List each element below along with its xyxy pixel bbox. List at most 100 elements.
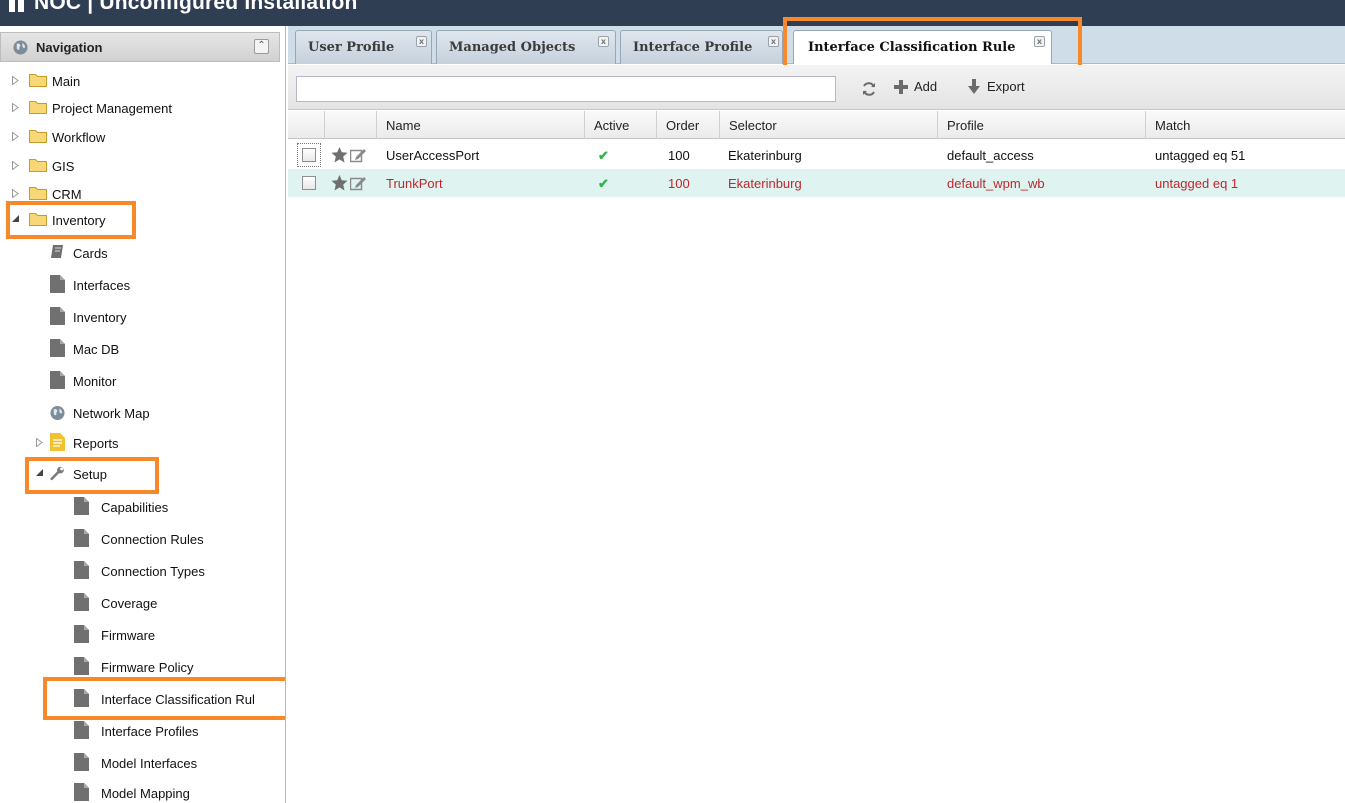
nav-item-capabilities[interactable]: Capabilities: [0, 496, 284, 518]
navigation-panel: Navigation ⌃ Main Project Management Wor…: [0, 26, 286, 803]
document-icon: [74, 657, 89, 675]
column-header-profile[interactable]: Profile: [938, 111, 1146, 139]
close-icon[interactable]: x: [1034, 36, 1045, 47]
nav-item-label: Setup: [73, 467, 107, 482]
star-icon[interactable]: [331, 175, 348, 191]
nav-item-inventory[interactable]: Inventory: [0, 209, 280, 231]
cell-name: TrunkPort: [386, 176, 443, 191]
nav-item-label: Coverage: [101, 596, 158, 611]
nav-item-firmware-policy[interactable]: Firmware Policy: [0, 656, 284, 678]
nav-item-label: Workflow: [52, 130, 106, 145]
document-icon: [74, 593, 89, 611]
cell-match: untagged eq 1: [1155, 176, 1239, 191]
globe-icon: [50, 405, 65, 421]
nav-item-reports[interactable]: Reports: [0, 432, 280, 454]
collapse-navigation-button[interactable]: ⌃: [254, 39, 269, 54]
star-icon[interactable]: [331, 147, 348, 163]
collapse-arrow-icon[interactable]: [12, 215, 19, 224]
nav-item-label: Reports: [73, 436, 119, 451]
nav-item-label: Firmware: [101, 628, 156, 643]
nav-item-workflow[interactable]: Workflow: [0, 126, 280, 148]
app-header: NOC | Unconfigured Installation: [0, 0, 1345, 26]
column-header-selector[interactable]: Selector: [720, 111, 938, 139]
expand-arrow-icon[interactable]: [12, 76, 19, 85]
nav-item-connection-types[interactable]: Connection Types: [0, 560, 284, 582]
nav-item-connection-rules[interactable]: Connection Rules: [0, 528, 284, 550]
nav-item-crm[interactable]: CRM: [0, 183, 280, 205]
document-icon: [74, 689, 89, 707]
expand-arrow-icon[interactable]: [12, 132, 19, 141]
wrench-icon: [50, 466, 64, 481]
document-icon: [50, 339, 65, 357]
column-header-order[interactable]: Order: [657, 111, 720, 139]
nav-item-inventory-child[interactable]: Inventory: [0, 306, 280, 328]
nav-item-interface-profiles[interactable]: Interface Profiles: [0, 720, 284, 742]
tab-label: Interface Classification Rule: [808, 40, 1016, 55]
nav-item-cards[interactable]: Cards: [0, 242, 280, 264]
edit-icon[interactable]: [350, 175, 367, 191]
nav-item-mac-db[interactable]: Mac DB: [0, 338, 280, 360]
edit-icon[interactable]: [350, 147, 367, 163]
nav-item-label: Main: [52, 74, 81, 89]
document-icon: [74, 783, 89, 801]
nav-item-label: Capabilities: [101, 500, 169, 515]
nav-item-label: Firmware Policy: [101, 660, 194, 675]
report-icon: [50, 433, 65, 451]
column-header-active[interactable]: Active: [585, 111, 657, 139]
column-header-select[interactable]: [288, 111, 325, 139]
nav-item-interface-classification-rule[interactable]: Interface Classification Rul: [0, 688, 284, 710]
nav-item-gis[interactable]: GIS: [0, 155, 280, 177]
document-icon: [74, 529, 89, 547]
expand-arrow-icon[interactable]: [36, 438, 43, 447]
grid-toolbar: Add Export: [288, 65, 1345, 110]
nav-item-main[interactable]: Main: [0, 70, 280, 92]
column-header-actions[interactable]: [325, 111, 377, 139]
document-icon: [74, 753, 89, 771]
table-row[interactable]: UserAccessPort ✔ 100 Ekaterinburg defaul…: [288, 141, 1345, 169]
tab-strip: User Profile x Managed Objects x Interfa…: [288, 17, 1345, 71]
nav-item-firmware[interactable]: Firmware: [0, 624, 284, 646]
nav-item-label: Connection Rules: [101, 532, 204, 547]
nav-item-interfaces[interactable]: Interfaces: [0, 274, 280, 296]
table-row[interactable]: TrunkPort ✔ 100 Ekaterinburg default_wpm…: [288, 169, 1345, 197]
nav-item-model-interfaces[interactable]: Model Interfaces: [0, 752, 284, 774]
tab-interface-classification-rule[interactable]: Interface Classification Rule x: [793, 30, 1052, 64]
cell-profile: default_access: [947, 148, 1034, 163]
globe-icon: [13, 40, 28, 55]
refresh-icon[interactable]: [861, 81, 877, 97]
nav-item-label: CRM: [52, 187, 82, 202]
nav-item-label: Cards: [73, 246, 108, 261]
expand-arrow-icon[interactable]: [12, 161, 19, 170]
nav-item-model-mapping[interactable]: Model Mapping: [0, 782, 284, 803]
expand-arrow-icon[interactable]: [12, 189, 19, 198]
tab-interface-profile[interactable]: Interface Profile x: [620, 30, 783, 64]
collapse-arrow-icon[interactable]: [36, 469, 43, 478]
cell-order: 100: [668, 176, 690, 191]
close-icon[interactable]: x: [598, 36, 609, 47]
nav-item-label: Connection Types: [101, 564, 205, 579]
nav-item-label: Monitor: [73, 374, 117, 389]
close-icon[interactable]: x: [416, 36, 427, 47]
tab-managed-objects[interactable]: Managed Objects x: [436, 30, 616, 64]
nav-item-label: Inventory: [52, 213, 106, 228]
nav-item-network-map[interactable]: Network Map: [0, 402, 280, 424]
close-icon[interactable]: x: [768, 36, 779, 47]
nav-item-label: GIS: [52, 159, 75, 174]
cell-name: UserAccessPort: [386, 148, 480, 163]
folder-icon: [29, 159, 47, 172]
search-input[interactable]: [296, 76, 836, 102]
nav-item-coverage[interactable]: Coverage: [0, 592, 284, 614]
expand-arrow-icon[interactable]: [12, 103, 19, 112]
tab-label: Interface Profile: [633, 40, 753, 55]
nav-item-label: Model Interfaces: [101, 756, 198, 771]
document-icon: [50, 371, 65, 389]
row-checkbox[interactable]: [302, 148, 316, 162]
nav-item-monitor[interactable]: Monitor: [0, 370, 280, 392]
nav-item-setup[interactable]: Setup: [0, 463, 280, 485]
column-header-match[interactable]: Match: [1146, 111, 1345, 139]
tab-user-profile[interactable]: User Profile x: [295, 30, 432, 64]
nav-item-project-management[interactable]: Project Management: [0, 97, 280, 119]
row-checkbox[interactable]: [302, 176, 316, 190]
column-header-name[interactable]: Name: [377, 111, 585, 139]
nav-item-label: Network Map: [73, 406, 150, 421]
